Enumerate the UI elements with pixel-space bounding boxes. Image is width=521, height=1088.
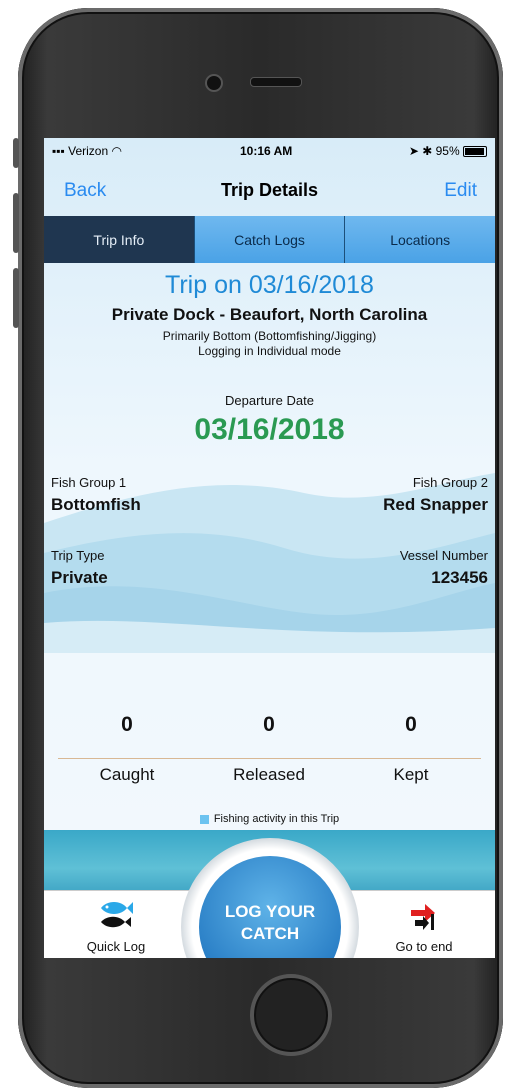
legend-swatch: [199, 814, 209, 824]
location-icon: ➤: [408, 144, 419, 158]
released-label: Released: [233, 765, 305, 784]
departure-date-label: Departure Date: [225, 393, 314, 408]
mute-switch: [13, 138, 19, 168]
fishing-method: Primarily Bottom (Bottomfishing/Jigging): [162, 329, 377, 343]
trip-title: Trip on 03/16/2018: [165, 271, 374, 299]
volume-down-button: [13, 268, 19, 328]
status-bar: ▪▪▪ Verizon ◠ 10:16 AM ➤ ✱ 95%: [44, 138, 495, 162]
fish-icon: [101, 902, 133, 928]
go-to-end-icon: [411, 904, 435, 930]
navigation-bar: Back Trip Details Edit: [44, 162, 495, 216]
fish-group-2-label: Fish Group 2: [412, 475, 488, 490]
kept-count: 0: [405, 713, 417, 736]
quick-log-label: Quick Log: [86, 939, 146, 954]
status-time: 10:16 AM: [240, 144, 293, 158]
wifi-icon: ◠: [111, 144, 122, 158]
caught-count: 0: [121, 713, 133, 736]
carrier-label: Verizon: [68, 144, 109, 158]
stats-divider: [58, 758, 481, 759]
fish-group-2-value: Red Snapper: [383, 495, 488, 514]
activity-legend: Fishing activity in this Trip: [44, 813, 495, 825]
trip-location: Private Dock - Beaufort, North Carolina: [111, 305, 428, 324]
vessel-number-label: Vessel Number: [399, 548, 488, 563]
page-title: Trip Details: [220, 180, 319, 200]
quick-log-button[interactable]: Quick Log: [66, 898, 166, 954]
go-to-end-label: Go to end: [395, 939, 453, 954]
segment-tabs: Trip Info Catch Logs Locations: [44, 216, 495, 263]
battery-percent: 95%: [435, 144, 460, 158]
fish-group-1-value: Bottomfish: [51, 495, 141, 514]
tab-trip-info[interactable]: Trip Info: [44, 216, 195, 263]
kept-label: Kept: [393, 765, 429, 784]
bluetooth-icon: ✱: [422, 144, 433, 158]
caught-label: Caught: [99, 765, 155, 784]
legend-text: Fishing activity in this Trip: [213, 813, 340, 825]
signal-icon: ▪▪▪: [52, 144, 65, 158]
logging-mode: Logging in Individual mode: [198, 344, 341, 358]
home-button[interactable]: [250, 974, 332, 1056]
battery-icon: [463, 146, 487, 158]
released-count: 0: [263, 713, 275, 736]
log-button-line-2: CATCH: [240, 924, 300, 943]
trip-type-value: Private: [51, 568, 108, 587]
earpiece-speaker: [250, 77, 302, 87]
go-to-end-button[interactable]: Go to end: [374, 898, 474, 954]
tab-catch-logs[interactable]: Catch Logs: [194, 216, 346, 263]
edit-button[interactable]: Edit: [444, 180, 477, 202]
tab-locations[interactable]: Locations: [345, 216, 495, 263]
vessel-number-value: 123456: [431, 568, 488, 587]
app-screen: ▪▪▪ Verizon ◠ 10:16 AM ➤ ✱ 95% Back Trip…: [44, 138, 495, 958]
trip-info-panel: Trip on 03/16/2018 Private Dock - Beaufo…: [44, 263, 495, 833]
fish-group-1-label: Fish Group 1: [51, 475, 127, 490]
trip-type-label: Trip Type: [51, 548, 105, 563]
log-button-line-1: LOG YOUR: [224, 902, 316, 921]
volume-up-button: [13, 193, 19, 253]
front-camera: [205, 74, 223, 92]
departure-date-value: 03/16/2018: [194, 413, 345, 446]
